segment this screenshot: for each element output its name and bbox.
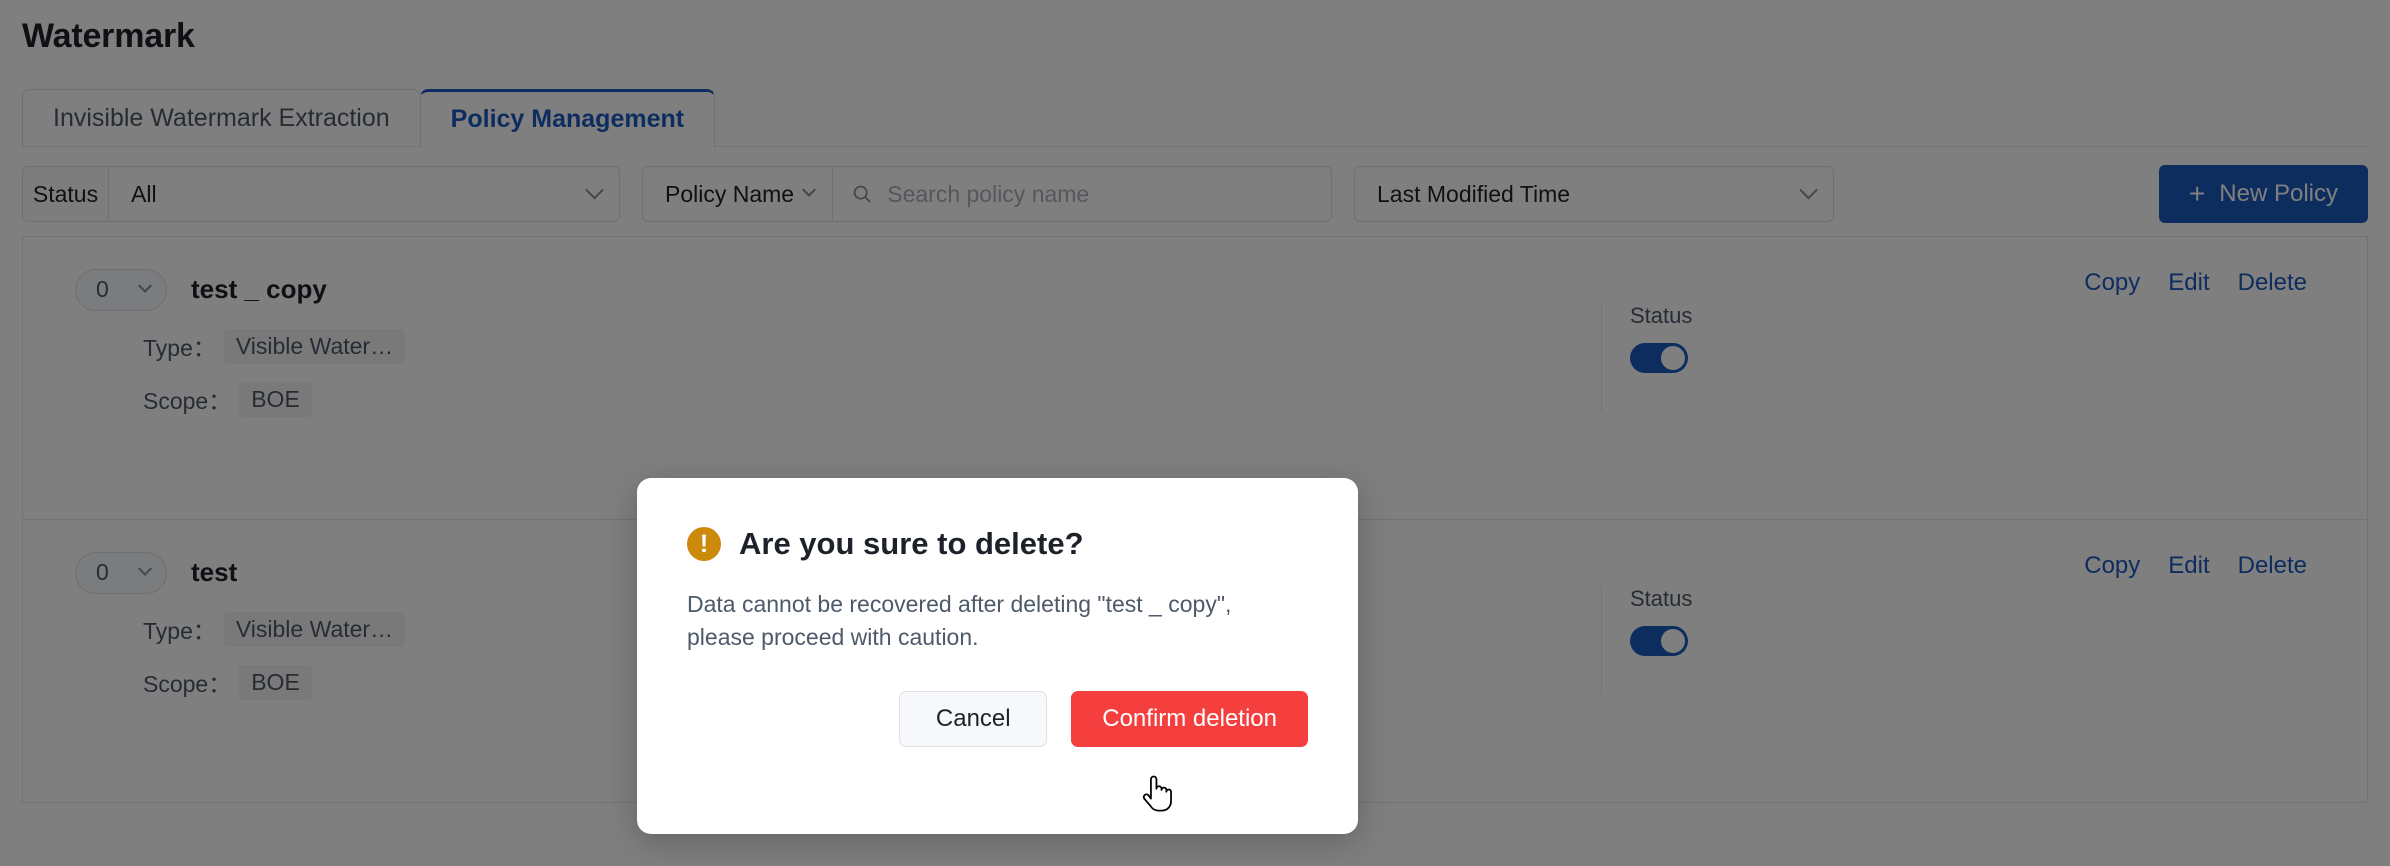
confirm-deletion-button[interactable]: Confirm deletion bbox=[1071, 690, 1308, 747]
delete-confirmation-dialog: ! Are you sure to delete? Data cannot be… bbox=[637, 478, 1358, 834]
warning-icon: ! bbox=[687, 527, 721, 561]
cancel-button[interactable]: Cancel bbox=[899, 690, 1048, 747]
dialog-title: Are you sure to delete? bbox=[739, 526, 1084, 561]
dialog-actions: Cancel Confirm deletion bbox=[687, 690, 1308, 747]
dialog-header: ! Are you sure to delete? bbox=[687, 526, 1308, 562]
dialog-message: Data cannot be recovered after deleting … bbox=[687, 591, 1232, 651]
